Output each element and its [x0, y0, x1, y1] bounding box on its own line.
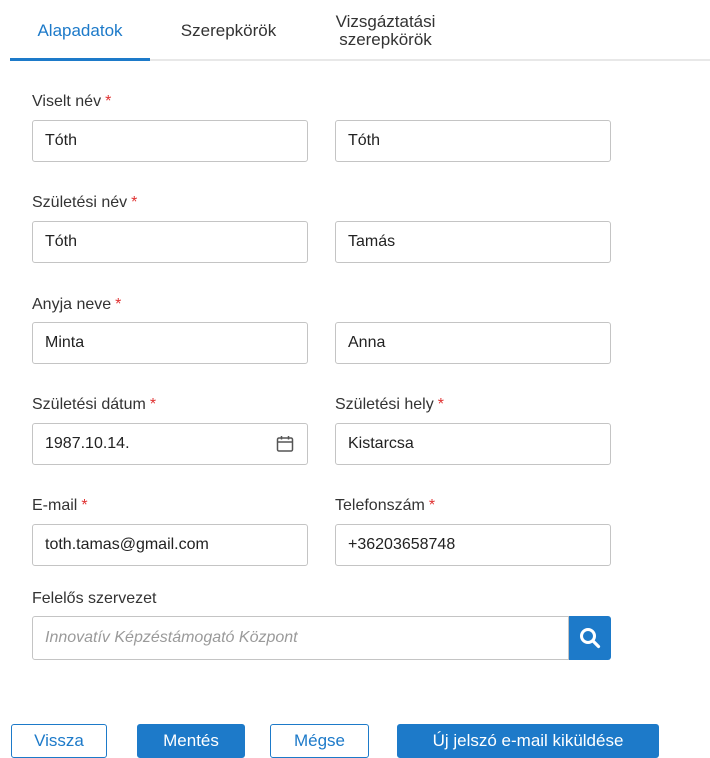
required-mark: * [428, 497, 436, 514]
save-button[interactable]: Mentés [137, 724, 245, 758]
telefonszam-label: Telefonszám * [335, 497, 435, 515]
label-text: Születési hely [335, 396, 434, 413]
viselt-nev-label: Viselt név * [32, 93, 111, 111]
label-text: Viselt név [32, 93, 102, 110]
szuletesi-datum-label: Születési dátum * [32, 396, 156, 414]
required-mark: * [131, 194, 138, 211]
button-label: Vissza [34, 731, 84, 750]
email-label: E-mail * [32, 497, 88, 515]
anyja-neve-label: Anyja neve * [32, 296, 121, 314]
send-new-password-email-button[interactable]: Új jelszó e-mail kiküldése [397, 724, 659, 758]
input-value: Tóth [45, 233, 78, 250]
szuletesi-hely-input[interactable]: Kistarcsa [335, 423, 611, 465]
tab-bar: Alapadatok Szerepkörök Vizsgáztatási sze… [10, 0, 710, 62]
email-input[interactable]: toth.tamas@gmail.com [32, 524, 308, 566]
tab-szerepkorok[interactable]: Szerepkörök [150, 0, 307, 61]
label-text: Felelős szervezet [32, 590, 157, 607]
label-text: Születési dátum [32, 396, 146, 413]
tab-label-line2: szerepkörök [339, 29, 432, 49]
tab-label-line1: Vizsgáztatási [335, 11, 436, 31]
input-value: Tóth [348, 132, 381, 149]
cancel-button[interactable]: Mégse [270, 724, 369, 758]
required-mark: * [115, 296, 122, 313]
felelos-szervezet-lookup: Innovatív Képzéstámogató Központ [32, 616, 611, 660]
input-value: Minta [45, 334, 85, 351]
label-text: Anyja neve [32, 296, 112, 313]
label-text: E-mail [32, 497, 78, 514]
viselt-nev-first-input[interactable]: Tóth [335, 120, 611, 162]
telefonszam-input[interactable]: +36203658748 [335, 524, 611, 566]
search-button[interactable] [569, 616, 611, 660]
button-label: Mégse [293, 731, 346, 750]
button-label: Mentés [163, 731, 219, 750]
back-button[interactable]: Vissza [11, 724, 107, 758]
required-mark: * [105, 93, 112, 110]
szuletesi-hely-label: Születési hely * [335, 396, 444, 414]
tab-label: Szerepkörök [180, 20, 277, 40]
anyja-neve-last-input[interactable]: Minta [32, 322, 308, 364]
szuletesi-nev-first-input[interactable]: Tamás [335, 221, 611, 263]
label-text: Telefonszám [335, 497, 425, 514]
input-value: 1987.10.14. [45, 435, 130, 452]
input-value: toth.tamas@gmail.com [45, 536, 209, 553]
search-icon [580, 628, 601, 649]
input-value: Anna [348, 334, 386, 351]
szuletesi-nev-label: Születési név * [32, 194, 137, 212]
anyja-neve-first-input[interactable]: Anna [335, 322, 611, 364]
input-placeholder: Innovatív Képzéstámogató Központ [45, 629, 298, 646]
szuletesi-datum-input[interactable]: 1987.10.14. [32, 423, 308, 465]
input-value: Kistarcsa [348, 435, 414, 452]
tab-vizsgaztatasi-szerepkorok[interactable]: Vizsgáztatási szerepkörök [307, 0, 464, 61]
viselt-nev-last-input[interactable]: Tóth [32, 120, 308, 162]
label-text: Születési név [32, 194, 128, 211]
felelos-szervezet-input[interactable]: Innovatív Képzéstámogató Központ [32, 616, 569, 660]
required-mark: * [81, 497, 88, 514]
input-value: Tamás [348, 233, 396, 250]
tab-alapadatok[interactable]: Alapadatok [10, 0, 150, 61]
calendar-icon[interactable] [275, 434, 295, 454]
required-mark: * [437, 396, 444, 413]
tab-label: Alapadatok [37, 20, 123, 40]
felelos-szervezet-label: Felelős szervezet [32, 590, 157, 608]
input-value: +36203658748 [348, 536, 456, 553]
input-value: Tóth [45, 132, 78, 149]
required-mark: * [149, 396, 157, 413]
szuletesi-nev-last-input[interactable]: Tóth [32, 221, 308, 263]
button-label: Új jelszó e-mail kiküldése [432, 731, 624, 750]
